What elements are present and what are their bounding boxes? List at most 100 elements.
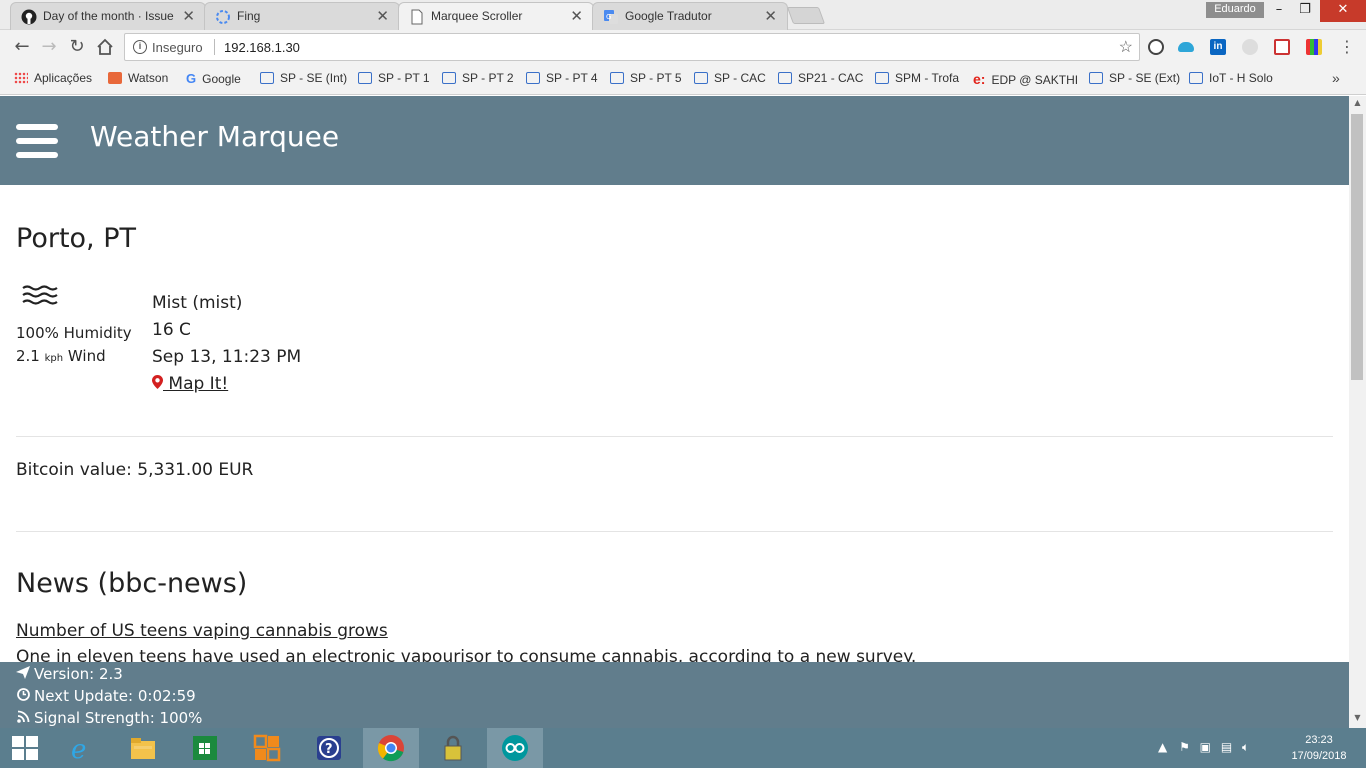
tab-title: Fing [237, 9, 261, 23]
map-it-link[interactable]: Map It! [152, 374, 228, 394]
weather-datetime: Sep 13, 11:23 PM [152, 347, 302, 367]
divider [16, 436, 1333, 437]
taskbar-arduino[interactable] [487, 728, 543, 768]
clock-date: 17/09/2018 [1291, 750, 1347, 762]
network-icon[interactable]: ▤ [1221, 740, 1232, 754]
tab-day-of-the-month[interactable]: Day of the month · Issue ✕ [10, 2, 206, 30]
store-icon [193, 736, 217, 760]
wind-unit: kph [44, 353, 64, 364]
forward-icon[interactable]: → [38, 36, 60, 58]
bookmark-aplicacoes[interactable]: Aplicações [14, 71, 92, 85]
chat-icon [260, 72, 274, 84]
color-extension-icon[interactable] [1306, 39, 1322, 55]
vertical-scrollbar[interactable]: ▲ ▼ [1349, 96, 1366, 728]
info-icon[interactable]: i [133, 40, 147, 54]
reload-icon[interactable]: ↻ [66, 36, 88, 58]
device-icon[interactable]: ▣ [1200, 740, 1211, 754]
loading-icon [215, 9, 231, 25]
close-icon[interactable]: ✕ [764, 7, 777, 25]
address-bar[interactable]: i Inseguro 192.168.1.30 ☆ [124, 33, 1140, 61]
flag-icon[interactable]: ⚑ [1179, 740, 1190, 754]
taskbar-internet-explorer[interactable]: e [53, 728, 109, 768]
taskbar-clock[interactable]: 23:23 17/09/2018 [1288, 732, 1350, 764]
svg-text:?: ? [325, 742, 333, 757]
wind-label: Wind [67, 347, 106, 365]
bookmark-sp-pt-2[interactable]: SP - PT 2 [442, 71, 514, 85]
taskbar: e ? ▲ ⚑ ▣ ▤ 🔈︎ 23:23 17/09/2018 [0, 728, 1366, 768]
start-button[interactable] [0, 728, 50, 768]
close-icon[interactable]: ✕ [376, 7, 389, 25]
cloud-extension-icon[interactable] [1178, 42, 1194, 52]
chat-icon [358, 72, 372, 84]
taskbar-chrome[interactable] [363, 728, 419, 768]
version-line: Version: 2.3 [16, 665, 123, 683]
close-icon[interactable]: ✕ [570, 7, 583, 25]
bookmark-star-icon[interactable]: ☆ [1119, 37, 1133, 57]
news-headline-link[interactable]: Number of US teens vaping cannabis grows [16, 621, 388, 641]
more-bookmarks-icon[interactable]: » [1332, 70, 1340, 86]
close-icon[interactable]: ✕ [182, 7, 195, 25]
speed-extension-icon[interactable] [1148, 39, 1164, 55]
map-it-label[interactable]: Map It! [163, 374, 228, 394]
grammarly-icon[interactable] [1242, 39, 1258, 55]
linkedin-icon[interactable]: in [1210, 39, 1226, 55]
bookmark-sp21-cac[interactable]: SP21 - CAC [778, 71, 863, 85]
url-text[interactable]: 192.168.1.30 [224, 40, 300, 55]
menu-icon[interactable]: ⋮ [1336, 36, 1358, 58]
taskbar-keepass[interactable] [425, 728, 481, 768]
padlock-icon [444, 735, 462, 761]
bookmark-google[interactable]: G Google [186, 71, 241, 86]
separator [214, 39, 215, 55]
bookmark-sp-se-int[interactable]: SP - SE (Int) [260, 71, 347, 85]
bookmark-spm-trofa[interactable]: SPM - Trofa [875, 71, 959, 85]
scroll-up-arrow-icon[interactable]: ▲ [1349, 98, 1366, 107]
chat-icon [442, 72, 456, 84]
profile-button[interactable]: Eduardo [1206, 2, 1264, 18]
scroll-down-arrow-icon[interactable]: ▼ [1349, 713, 1366, 722]
taskbar-office[interactable] [239, 728, 295, 768]
home-icon[interactable] [94, 36, 116, 58]
internet-explorer-icon: e [71, 735, 86, 762]
help-icon: ? [317, 736, 341, 760]
chat-icon [1089, 72, 1103, 84]
bookmark-sp-cac[interactable]: SP - CAC [694, 71, 766, 85]
bookmark-iot-h-solo[interactable]: IoT - H Solo [1189, 71, 1273, 85]
wind-value: 2.1 [16, 347, 40, 365]
bookmark-sp-pt-1[interactable]: SP - PT 1 [358, 71, 430, 85]
google-icon: G [186, 71, 197, 86]
weather-condition: Mist (mist) [152, 293, 243, 313]
tray-expand-icon[interactable]: ▲ [1158, 740, 1167, 754]
taskbar-help[interactable]: ? [301, 728, 357, 768]
clock-icon [16, 687, 30, 705]
bookmark-sp-pt-5[interactable]: SP - PT 5 [610, 71, 682, 85]
security-label[interactable]: Inseguro [152, 40, 203, 55]
bookmark-sp-se-ext[interactable]: SP - SE (Ext) [1089, 71, 1180, 85]
taskbar-store[interactable] [177, 728, 233, 768]
office-tiles-icon [253, 734, 281, 762]
mist-icon [22, 285, 58, 305]
tab-title: Day of the month · Issue [43, 9, 174, 23]
back-icon[interactable]: ← [11, 36, 33, 58]
app-title: Weather Marquee [90, 120, 340, 153]
bookmark-extension-icon[interactable] [1274, 39, 1290, 55]
window-close-button[interactable]: ✕ [1320, 0, 1366, 22]
temperature: 16 C [152, 320, 191, 340]
tab-google-tradutor[interactable]: G Google Tradutor ✕ [592, 2, 788, 30]
svg-text:G: G [606, 13, 611, 21]
app-header: Weather Marquee [0, 96, 1349, 185]
volume-icon[interactable]: 🔈︎ [1242, 740, 1249, 754]
new-tab-button[interactable] [786, 7, 826, 24]
chat-icon [610, 72, 624, 84]
hamburger-menu-icon[interactable] [16, 124, 58, 160]
tab-marquee-scroller[interactable]: Marquee Scroller ✕ [398, 2, 594, 31]
bookmark-edp-sakthi[interactable]: e: EDP @ SAKTHI [973, 71, 1078, 87]
city-name: Porto, PT [16, 223, 136, 254]
browser-toolbar: ← → ↻ i Inseguro 192.168.1.30 ☆ in ⋮ [0, 30, 1366, 64]
bookmark-sp-pt-4[interactable]: SP - PT 4 [526, 71, 598, 85]
taskbar-file-explorer[interactable] [115, 728, 171, 768]
tab-title: Google Tradutor [625, 9, 712, 23]
bookmark-watson[interactable]: Watson [108, 71, 168, 85]
scrollbar-thumb[interactable] [1351, 114, 1363, 380]
tab-fing[interactable]: Fing ✕ [204, 2, 400, 30]
maximize-button[interactable]: ❐ [1290, 0, 1320, 22]
